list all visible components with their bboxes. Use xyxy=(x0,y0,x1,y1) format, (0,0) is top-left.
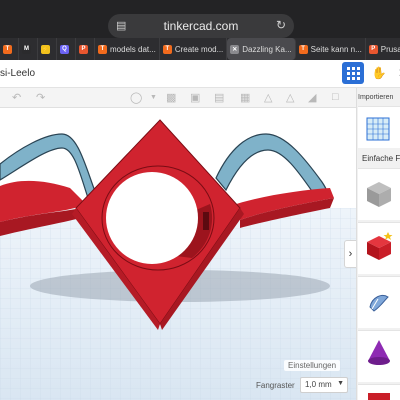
browser-tab[interactable]: ⚡ xyxy=(38,38,57,60)
undo-icon[interactable]: ↶ xyxy=(12,91,21,104)
red-box-icon xyxy=(367,232,393,260)
red-shape-icon xyxy=(368,393,390,400)
browser-tab[interactable]: PPrusa Acco... xyxy=(366,38,400,60)
group-icon[interactable]: ▩ xyxy=(166,91,176,104)
edit-toolbar: ↶ ↷ ◯ ▼ ▩ ▣ ▤ ▦ △ △ ◢ □ xyxy=(0,88,356,108)
browser-tab[interactable]: T Seite kann n... xyxy=(296,38,366,60)
shape-card-partial[interactable] xyxy=(358,384,400,400)
duplicate-icon[interactable]: □ xyxy=(332,91,339,103)
panel-toggle-button[interactable]: › xyxy=(344,240,356,268)
url-text: tinkercad.com xyxy=(163,19,239,33)
workplane-icon xyxy=(366,117,390,141)
light-icon[interactable]: ◯ xyxy=(130,91,142,104)
reload-icon[interactable]: ↻ xyxy=(276,18,286,32)
align-icon[interactable]: ▤ xyxy=(214,91,224,104)
address-bar[interactable]: ▤ tinkercad.com ↻ xyxy=(108,14,294,38)
workplane-card[interactable] xyxy=(358,106,400,148)
striped-box-icon xyxy=(367,182,391,207)
snap-grid-label: Fangraster xyxy=(256,381,295,390)
ungroup-icon[interactable]: ▣ xyxy=(190,91,200,104)
tab-label: Create mod... xyxy=(174,44,224,54)
redo-icon[interactable]: ↷ xyxy=(36,91,45,104)
tab-favicon-icon: M xyxy=(22,44,31,54)
mirror-icon[interactable]: △ xyxy=(286,91,294,104)
browser-tab[interactable]: Q xyxy=(57,38,76,60)
grid-view-icon[interactable] xyxy=(342,62,364,84)
hand-icon[interactable]: ✋ xyxy=(368,62,390,84)
cone-icon xyxy=(368,340,390,365)
import-button[interactable]: Importieren xyxy=(358,94,393,101)
tab-label: Dazzling Ka... xyxy=(242,44,292,54)
tab-favicon-icon: P xyxy=(79,44,88,54)
tab-bar: T M ⚡ Q P Tmodels dat... T Create mod... ✕ Dazzli… xyxy=(0,38,400,60)
app-header: si-Leelo ✋ ✕ xyxy=(0,60,400,88)
tab-favicon-icon: T xyxy=(298,44,308,54)
shape-card-box-red[interactable] xyxy=(358,222,400,274)
tab-favicon-icon: P xyxy=(368,44,378,54)
browser-tab[interactable]: T xyxy=(0,38,19,60)
tab-favicon-icon: T xyxy=(3,44,12,54)
tab-label: models dat... xyxy=(110,44,156,54)
tab-favicon-icon: ⚡ xyxy=(41,44,50,54)
tab-label: Seite kann n... xyxy=(310,44,362,54)
ruler-icon[interactable]: △ xyxy=(264,91,272,104)
workplane-viewport[interactable] xyxy=(0,108,356,400)
chevron-down-icon[interactable]: ▼ xyxy=(150,94,157,101)
snap-grid-select[interactable]: 1,0 mm ▼ xyxy=(300,377,348,393)
tools-icon[interactable]: ✕ xyxy=(392,62,400,84)
tab-favicon-icon: T xyxy=(162,44,172,54)
shape-card-scribble[interactable] xyxy=(358,276,400,328)
browser-toolbar: ▤ tinkercad.com ↻ xyxy=(0,0,400,38)
shape-library-label[interactable]: Einfache Fo xyxy=(362,154,400,163)
tab-favicon-icon: ✕ xyxy=(230,44,240,54)
scribble-icon xyxy=(369,294,389,312)
scene-canvas[interactable] xyxy=(0,108,356,400)
settings-button[interactable]: Einstellungen xyxy=(284,360,341,371)
shape-card-box-striped[interactable] xyxy=(358,168,400,220)
shape-card-cone[interactable] xyxy=(358,330,400,382)
browser-tab[interactable]: P xyxy=(76,38,95,60)
browser-tab[interactable]: T Create mod... xyxy=(160,38,228,60)
tab-favicon-icon: Q xyxy=(60,44,69,54)
design-title[interactable]: si-Leelo xyxy=(0,68,35,79)
chevron-down-icon: ▼ xyxy=(337,380,344,387)
notes-icon[interactable]: ◢ xyxy=(308,91,316,104)
snap-grid-value: 1,0 mm xyxy=(305,380,332,389)
browser-tab[interactable]: ✕ Dazzling Ka... xyxy=(227,38,296,60)
tab-label: Prusa Acco... xyxy=(380,44,400,54)
browser-tab[interactable]: M xyxy=(19,38,38,60)
browser-tab[interactable]: Tmodels dat... xyxy=(95,38,160,60)
workplane-icon[interactable]: ▦ xyxy=(240,91,250,104)
tab-favicon-icon: T xyxy=(98,44,107,54)
